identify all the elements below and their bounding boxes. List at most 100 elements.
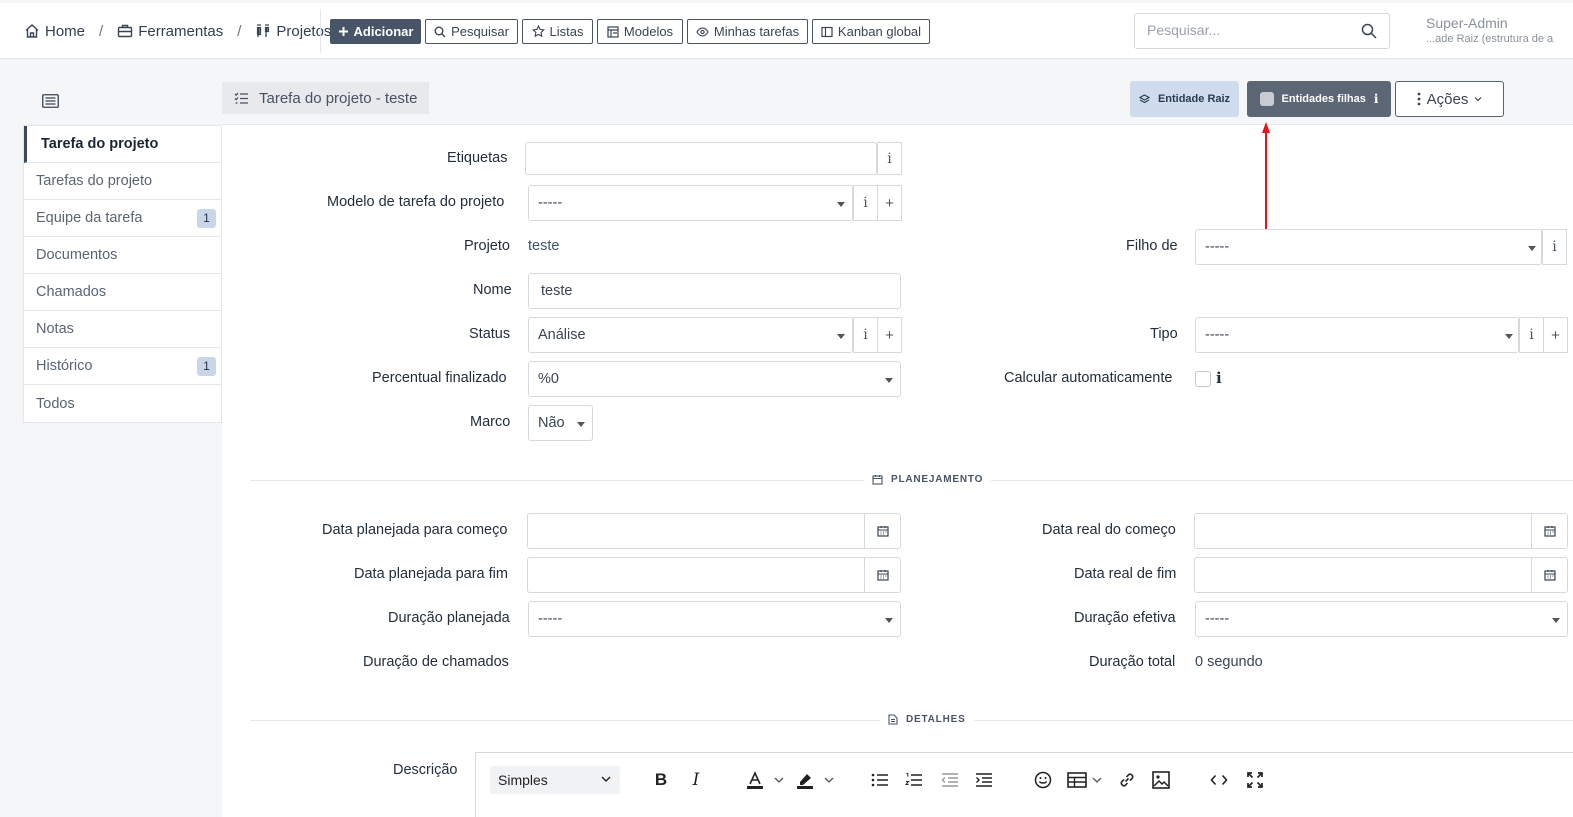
lists-button-label: Listas	[549, 24, 584, 39]
tags-field[interactable]: i	[525, 142, 902, 175]
calendar-icon[interactable]	[864, 513, 901, 549]
effective-duration-select[interactable]: -----	[1195, 601, 1568, 637]
task-list-icon	[234, 92, 249, 105]
info-icon[interactable]: i	[1542, 229, 1567, 265]
project-icon	[255, 23, 271, 39]
user-entity[interactable]: ...ade Raiz (estrutura de a	[1426, 33, 1553, 45]
milestone-select[interactable]: Não	[528, 405, 593, 441]
sidebar-item-documentos[interactable]: Documentos	[24, 237, 221, 274]
numbered-list-icon[interactable]	[905, 768, 923, 792]
child-entities-checkbox[interactable]	[1259, 92, 1274, 106]
tags-label: Etiquetas	[447, 150, 508, 166]
indent-icon[interactable]	[975, 768, 993, 792]
chevron-down-icon	[601, 776, 611, 783]
sidebar-item-notas[interactable]: Notas	[24, 311, 221, 348]
breadcrumb-home[interactable]: Home	[45, 23, 85, 40]
count-badge: 1	[197, 357, 216, 376]
actions-button[interactable]: Ações	[1395, 81, 1504, 117]
bullet-list-icon[interactable]	[871, 768, 889, 792]
chevron-down-icon[interactable]	[773, 768, 785, 792]
real-start-input[interactable]	[1194, 513, 1568, 549]
image-icon[interactable]	[1151, 768, 1171, 792]
root-entity-button[interactable]: Entidade Raiz	[1130, 81, 1239, 117]
plus-icon[interactable]: +	[1543, 317, 1568, 353]
description-editor[interactable]: Simples B I	[475, 752, 1573, 817]
templates-button[interactable]: Modelos	[597, 19, 683, 44]
info-icon[interactable]: i	[853, 317, 878, 353]
search-button[interactable]: Pesquisar	[425, 19, 518, 44]
calendar-icon	[872, 474, 883, 485]
global-search-input[interactable]	[1147, 22, 1347, 38]
info-icon: i	[1373, 92, 1379, 106]
kanban-button[interactable]: Kanban global	[812, 19, 930, 44]
home-icon[interactable]	[24, 23, 40, 39]
plus-icon[interactable]: +	[877, 185, 902, 221]
info-icon[interactable]: i	[853, 185, 878, 221]
link-icon[interactable]	[1117, 768, 1137, 792]
percent-done-value: %0	[538, 371, 559, 387]
task-template-select[interactable]: ----- i +	[528, 185, 902, 221]
name-input[interactable]: teste	[528, 273, 901, 309]
chevron-down-icon[interactable]	[1091, 768, 1103, 792]
planned-end-label: Data planejada para fim	[354, 566, 508, 582]
auto-calc-checkbox[interactable]	[1195, 371, 1211, 387]
sidebar-item-chamados[interactable]: Chamados	[24, 274, 221, 311]
child-of-select[interactable]: ----- i	[1195, 229, 1567, 265]
table-icon[interactable]	[1067, 768, 1087, 792]
caret-down-icon	[1505, 334, 1513, 339]
planned-duration-value: -----	[538, 611, 563, 627]
project-link[interactable]: teste	[528, 238, 559, 254]
highlight-icon[interactable]	[795, 768, 815, 792]
toggle-sidebar-icon[interactable]	[42, 94, 59, 108]
effective-duration-value: -----	[1205, 611, 1230, 627]
caret-down-icon	[837, 202, 845, 207]
user-name[interactable]: Super-Admin	[1426, 15, 1508, 31]
italic-icon[interactable]: I	[688, 768, 704, 792]
caret-down-icon	[1528, 246, 1536, 251]
emoji-icon[interactable]	[1033, 768, 1053, 792]
calendar-icon[interactable]	[1531, 557, 1568, 593]
child-of-value: -----	[1205, 239, 1230, 255]
sidebar-item-equipe[interactable]: Equipe da tarefa 1	[24, 200, 221, 237]
planned-start-input[interactable]	[527, 513, 901, 549]
my-tasks-button[interactable]: Minhas tarefas	[687, 19, 808, 44]
calendar-icon[interactable]	[1531, 513, 1568, 549]
format-select[interactable]: Simples	[490, 766, 620, 794]
text-color-icon[interactable]	[745, 768, 765, 792]
type-select[interactable]: ----- i +	[1195, 317, 1568, 353]
calendar-icon[interactable]	[864, 557, 901, 593]
lists-button[interactable]: Listas	[522, 19, 593, 44]
total-duration-label: Duração total	[1089, 654, 1176, 670]
percent-done-select[interactable]: %0	[528, 361, 901, 397]
annotation-arrow	[1262, 122, 1270, 235]
chevron-down-icon[interactable]	[823, 768, 835, 792]
search-icon[interactable]	[1361, 23, 1377, 39]
sidebar-item-label: Notas	[36, 321, 74, 337]
plus-icon[interactable]: +	[877, 317, 902, 353]
info-icon[interactable]: i	[877, 142, 902, 175]
task-template-label: Modelo de tarefa do projeto	[327, 194, 505, 210]
real-end-input[interactable]	[1194, 557, 1568, 593]
breadcrumb-ferramentas[interactable]: Ferramentas	[138, 23, 223, 40]
total-duration-value: 0 segundo	[1195, 654, 1263, 670]
planned-duration-select[interactable]: -----	[528, 601, 901, 637]
breadcrumb-projetos[interactable]: Projetos	[276, 23, 331, 40]
source-code-icon[interactable]	[1209, 768, 1229, 792]
sidebar-item-historico[interactable]: Histórico 1	[24, 348, 221, 385]
sidebar-item-todos[interactable]: Todos	[24, 385, 221, 422]
planned-end-input[interactable]	[527, 557, 901, 593]
sidebar-item-label: Chamados	[36, 284, 107, 300]
add-button[interactable]: Adicionar	[330, 19, 421, 44]
child-entities-toggle[interactable]: Entidades filhas i	[1247, 81, 1391, 117]
bold-icon[interactable]: B	[653, 768, 669, 792]
sidebar-item-tarefas[interactable]: Tarefas do projeto	[24, 163, 221, 200]
info-icon[interactable]: i	[1216, 369, 1222, 387]
eye-icon	[696, 26, 709, 38]
sidebar-item-tarefa[interactable]: Tarefa do projeto	[24, 126, 221, 163]
outdent-icon[interactable]	[941, 768, 959, 792]
info-icon[interactable]: i	[1519, 317, 1544, 353]
fullscreen-icon[interactable]	[1245, 768, 1265, 792]
status-select[interactable]: Análise i +	[528, 317, 902, 353]
caret-down-icon	[577, 422, 585, 427]
header-divider	[222, 124, 1573, 125]
